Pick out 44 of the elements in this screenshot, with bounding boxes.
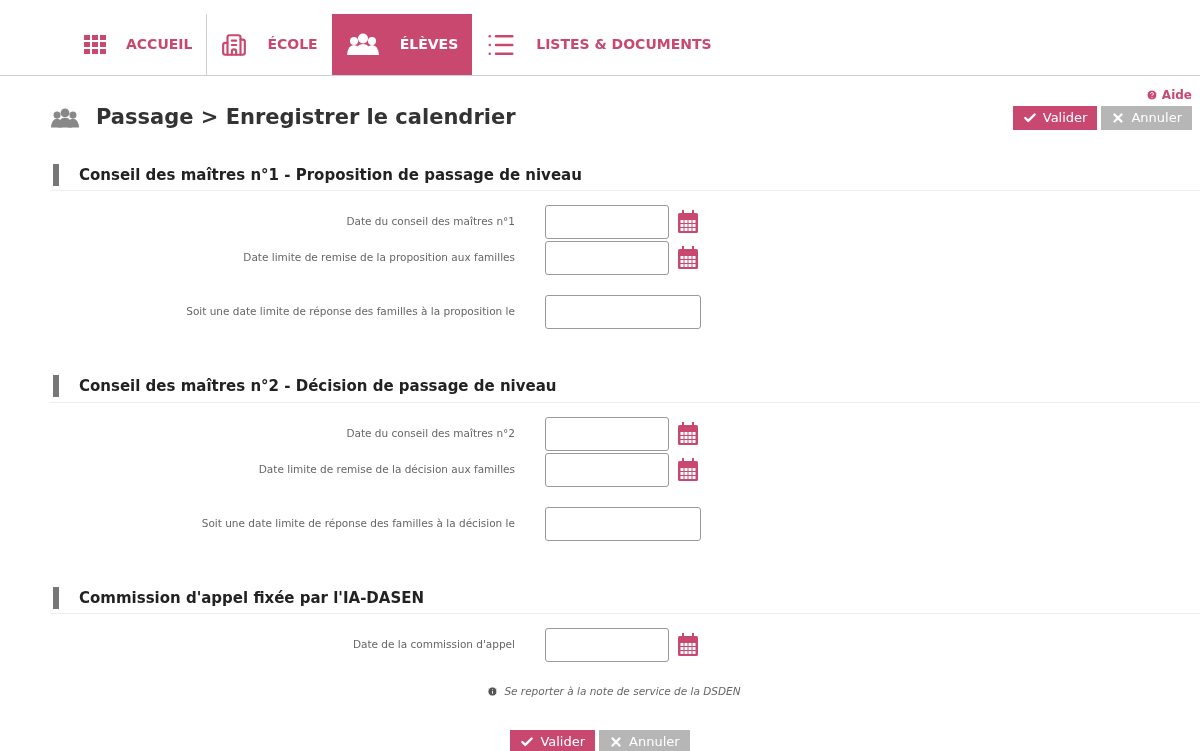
grid-icon xyxy=(84,34,106,55)
section-heading: Conseil des maîtres n°1 - Proposition de passage de niveau xyxy=(79,164,582,186)
check-icon xyxy=(520,734,535,749)
close-icon xyxy=(1111,110,1126,125)
field-label: Date de la commission d'appel xyxy=(351,637,515,653)
people-icon xyxy=(345,33,380,56)
section-marker xyxy=(53,375,59,398)
nav-tab[interactable]: ÉCOLE xyxy=(207,14,332,75)
date-field[interactable] xyxy=(545,241,669,275)
calendar-icon[interactable] xyxy=(677,246,699,270)
date-field[interactable] xyxy=(545,205,669,239)
date-field[interactable] xyxy=(545,628,669,662)
date-field[interactable] xyxy=(545,416,669,451)
field-label: Date du conseil des maîtres n°1 xyxy=(345,214,515,230)
field-label: Soit une date limite de réponse des familles à la proposition le xyxy=(185,304,515,320)
check-icon xyxy=(1022,110,1037,125)
section-marker xyxy=(53,586,59,609)
people-icon xyxy=(50,108,80,128)
nav-tab[interactable]: ACCUEIL xyxy=(70,14,208,75)
field-label: Date limite de remise de la proposition aux familles xyxy=(242,250,515,266)
building-icon xyxy=(221,31,248,58)
help-link[interactable]: Aide xyxy=(1145,86,1192,104)
calendar-icon[interactable] xyxy=(677,210,699,234)
section-heading: Commission d'appel fixée par l'IA-DASEN xyxy=(79,587,425,609)
nav-tab[interactable]: ÉLÈVES xyxy=(331,14,473,75)
date-field[interactable] xyxy=(545,506,701,541)
field-label: Soit une date limite de réponse des familles à la décision le xyxy=(200,515,515,531)
page-title: Passage > Enregistrer le calendrier xyxy=(96,104,516,131)
section-heading: Conseil des maîtres n°2 - Décision de passage de niveau xyxy=(79,376,557,397)
close-icon xyxy=(609,734,624,749)
field-label: Date limite de remise de la décision aux familles xyxy=(257,461,515,477)
date-field[interactable] xyxy=(545,452,669,487)
calendar-icon[interactable] xyxy=(677,421,699,446)
section-marker xyxy=(53,163,59,186)
date-field[interactable] xyxy=(545,295,701,329)
calendar-icon[interactable] xyxy=(677,633,699,657)
field-label: Date du conseil des maîtres n°2 xyxy=(345,425,515,441)
info-note: Se reporter à la note de service de la DSDEN xyxy=(504,684,741,699)
nav-tab[interactable]: LISTES & DOCUMENTS xyxy=(472,14,726,75)
calendar-icon[interactable] xyxy=(677,457,699,482)
info-icon xyxy=(487,686,499,698)
validate-button[interactable]: Valider xyxy=(510,729,596,751)
validate-button[interactable]: Valider xyxy=(1012,105,1098,130)
help-icon xyxy=(1145,89,1158,101)
